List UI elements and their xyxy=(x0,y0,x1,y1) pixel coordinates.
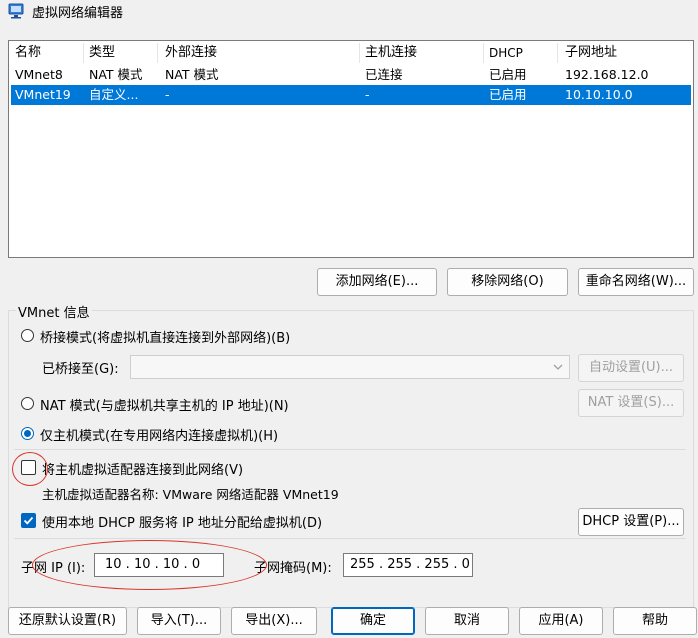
column-header-type[interactable]: 类型 xyxy=(89,43,115,63)
cell-host: 已连接 xyxy=(365,67,403,82)
cell-name: VMnet8 xyxy=(15,67,63,82)
dhcp-settings-button[interactable]: DHCP 设置(P)... xyxy=(578,508,684,536)
cell-type: 自定义... xyxy=(89,87,139,102)
auto-settings-button[interactable]: 自动设置(U)... xyxy=(578,354,684,382)
connect-adapter-label[interactable]: 将主机虚拟适配器连接到此网络(V) xyxy=(42,459,243,478)
subnet-ip-input[interactable]: 10 . 10 . 10 . 0 xyxy=(94,553,224,577)
checkmark-icon xyxy=(23,516,34,525)
adapter-name-text: 主机虚拟适配器名称: VMware 网络适配器 VMnet19 xyxy=(42,487,339,502)
nat-settings-button[interactable]: NAT 设置(S)... xyxy=(578,389,684,417)
cell-name: VMnet19 xyxy=(15,87,71,102)
connect-adapter-checkbox[interactable] xyxy=(21,460,36,475)
nat-mode-radio[interactable] xyxy=(21,397,34,410)
rename-network-button[interactable]: 重命名网络(W)... xyxy=(578,268,694,296)
apply-button[interactable]: 应用(A) xyxy=(519,607,603,635)
cell-external: NAT 模式 xyxy=(165,67,219,82)
cell-host: - xyxy=(365,87,370,102)
subnet-ip-label: 子网 IP (I): xyxy=(21,561,86,576)
ok-button[interactable]: 确定 xyxy=(331,607,415,635)
network-list[interactable]: 名称 类型 外部连接 主机连接 DHCP 子网地址 VMnet8 NAT 模式 … xyxy=(8,40,694,258)
subnet-mask-input[interactable]: 255 . 255 . 255 . 0 xyxy=(343,553,473,577)
bridged-mode-label[interactable]: 桥接模式(将虚拟机直接连接到外部网络)(B) xyxy=(40,327,290,346)
nat-mode-label[interactable]: NAT 模式(与虚拟机共享主机的 IP 地址)(N) xyxy=(40,395,289,414)
network-editor-icon xyxy=(8,3,24,19)
dhcp-label[interactable]: 使用本地 DHCP 服务将 IP 地址分配给虚拟机(D) xyxy=(42,512,322,531)
help-button[interactable]: 帮助 xyxy=(613,607,697,635)
cell-type: NAT 模式 xyxy=(89,67,143,82)
column-header-subnet[interactable]: 子网地址 xyxy=(565,43,617,63)
title-bar: 虚拟网络编辑器 xyxy=(0,0,698,22)
bridged-to-select[interactable] xyxy=(130,355,570,379)
bridged-to-label: 已桥接至(G): xyxy=(42,362,119,377)
column-header-host[interactable]: 主机连接 xyxy=(365,43,417,63)
cell-subnet: 192.168.12.0 xyxy=(565,67,649,82)
import-button[interactable]: 导入(T)... xyxy=(137,607,221,635)
dhcp-checkbox[interactable] xyxy=(21,513,36,528)
divider xyxy=(14,449,686,450)
export-button[interactable]: 导出(X)... xyxy=(231,607,317,635)
table-row[interactable]: VMnet8 NAT 模式 NAT 模式 已连接 已启用 192.168.12.… xyxy=(11,65,691,85)
vmnet-info-title: VMnet 信息 xyxy=(16,302,92,321)
column-header-dhcp[interactable]: DHCP xyxy=(489,43,523,63)
bridged-mode-radio[interactable] xyxy=(21,329,34,342)
column-header-external[interactable]: 外部连接 xyxy=(165,43,217,63)
column-header-name[interactable]: 名称 xyxy=(15,43,41,63)
window-title: 虚拟网络编辑器 xyxy=(32,6,124,21)
chevron-down-icon xyxy=(553,364,563,370)
add-network-button[interactable]: 添加网络(E)... xyxy=(317,268,437,296)
subnet-mask-label: 子网掩码(M): xyxy=(254,561,332,576)
cell-external: - xyxy=(165,87,170,102)
divider xyxy=(14,538,686,539)
table-row-selected[interactable]: VMnet19 自定义... - - 已启用 10.10.10.0 xyxy=(11,85,691,105)
cell-subnet: 10.10.10.0 xyxy=(565,87,633,102)
cell-dhcp: 已启用 xyxy=(489,87,527,102)
host-only-mode-label[interactable]: 仅主机模式(在专用网络内连接虚拟机)(H) xyxy=(40,425,278,444)
host-only-mode-radio[interactable] xyxy=(21,427,34,440)
restore-defaults-button[interactable]: 还原默认设置(R) xyxy=(8,607,127,635)
remove-network-button[interactable]: 移除网络(O) xyxy=(447,268,568,296)
cell-dhcp: 已启用 xyxy=(489,67,527,82)
cancel-button[interactable]: 取消 xyxy=(425,607,509,635)
